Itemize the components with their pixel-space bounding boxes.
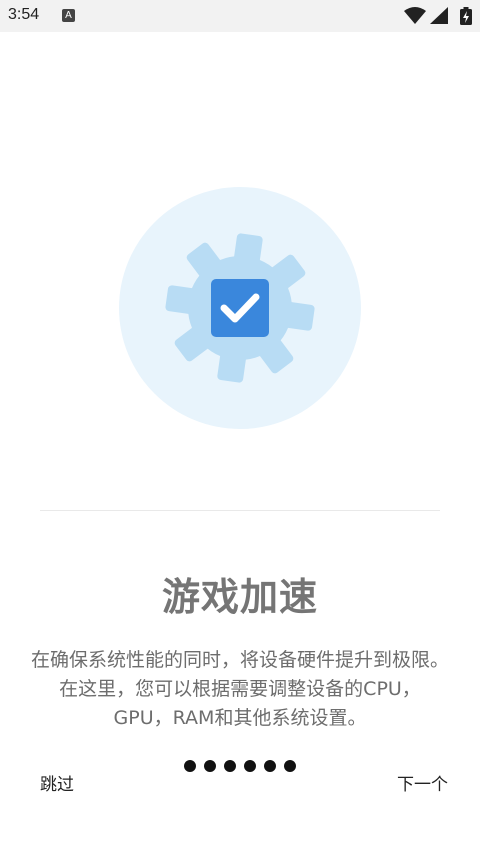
status-bar: 3:54 A: [0, 0, 480, 32]
page-dot[interactable]: [284, 760, 296, 772]
notification-a-icon: A: [62, 9, 75, 22]
signal-icon: [430, 7, 448, 24]
page-title: 游戏加速: [161, 575, 318, 619]
page-dot[interactable]: [224, 760, 236, 772]
page-dot[interactable]: [244, 760, 256, 772]
next-button[interactable]: 下一个: [397, 770, 448, 795]
status-time: 3:54: [8, 6, 40, 23]
wifi-icon: [404, 7, 426, 24]
divider: [40, 510, 440, 511]
page-dot[interactable]: [264, 760, 276, 772]
skip-button[interactable]: 跳过: [40, 770, 74, 795]
page-description: 在确保系统性能的同时，将设备硬件提升到极限。在这里，您可以根据需要调整设备的CP…: [30, 649, 449, 729]
page-dot[interactable]: [204, 760, 216, 772]
gear-checkmark-icon: [165, 233, 315, 383]
battery-charging-icon: [460, 7, 472, 25]
page-dot[interactable]: [184, 760, 196, 772]
